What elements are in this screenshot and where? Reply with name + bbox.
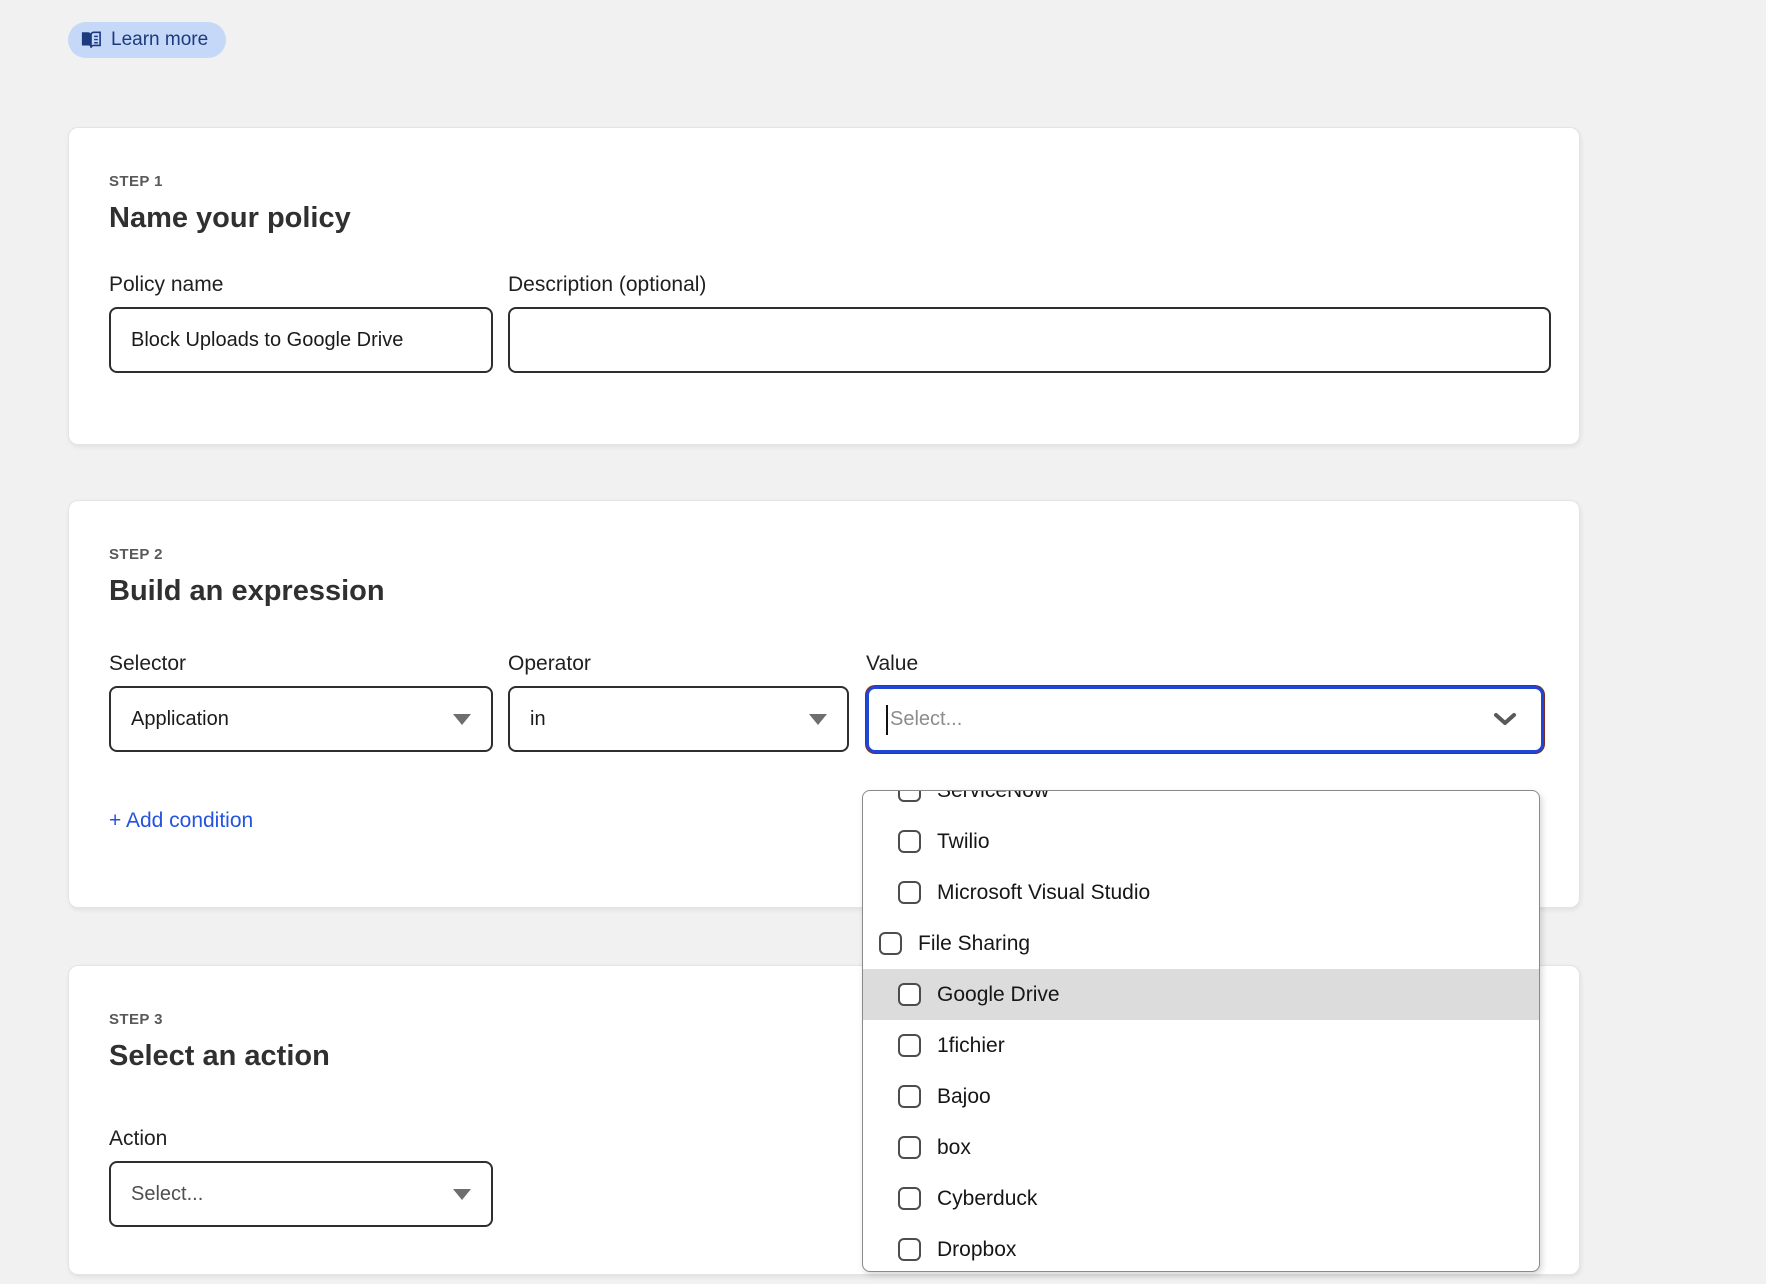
learn-more-button[interactable]: Learn more — [68, 22, 226, 58]
operator-dropdown[interactable]: in — [508, 686, 849, 752]
policy-name-input[interactable]: Block Uploads to Google Drive — [109, 307, 493, 373]
checkbox-icon[interactable] — [898, 1085, 921, 1108]
chevron-down-icon — [1493, 712, 1517, 727]
step1-card: STEP 1 Name your policy Policy name Desc… — [68, 127, 1580, 445]
description-label: Description (optional) — [508, 273, 1551, 297]
description-input[interactable] — [508, 307, 1551, 373]
checkbox-icon[interactable] — [898, 1034, 921, 1057]
action-placeholder: Select... — [131, 1183, 203, 1206]
option-servicenow[interactable]: ServiceNow — [863, 790, 1539, 816]
step1-eyebrow: STEP 1 — [109, 173, 1551, 190]
book-icon — [80, 30, 102, 50]
option-dropbox[interactable]: Dropbox — [863, 1224, 1539, 1272]
add-condition-link[interactable]: + Add condition — [109, 809, 253, 833]
checkbox-icon[interactable] — [898, 983, 921, 1006]
option-box[interactable]: box — [863, 1122, 1539, 1173]
policy-name-value: Block Uploads to Google Drive — [131, 329, 403, 352]
option-microsoft-visual-studio[interactable]: Microsoft Visual Studio — [863, 867, 1539, 918]
option-1fichier[interactable]: 1fichier — [863, 1020, 1539, 1071]
step1-title: Name your policy — [109, 202, 1551, 235]
operator-label: Operator — [508, 652, 849, 676]
value-options-list: ServiceNow Twilio Microsoft Visual Studi… — [863, 790, 1539, 1272]
selector-dropdown[interactable]: Application — [109, 686, 493, 752]
value-combobox[interactable]: Select... — [866, 686, 1544, 753]
checkbox-icon[interactable] — [898, 830, 921, 853]
triangle-down-icon — [453, 1189, 471, 1200]
option-file-sharing[interactable]: File Sharing — [863, 918, 1539, 969]
selector-selected-value: Application — [131, 708, 229, 731]
learn-more-label: Learn more — [111, 29, 208, 51]
selector-label: Selector — [109, 652, 493, 676]
checkbox-icon[interactable] — [898, 790, 921, 802]
triangle-down-icon — [809, 714, 827, 725]
option-bajoo[interactable]: Bajoo — [863, 1071, 1539, 1122]
policy-builder-page: Learn more STEP 1 Name your policy Polic… — [0, 0, 1766, 1284]
policy-name-label: Policy name — [109, 273, 493, 297]
checkbox-icon[interactable] — [898, 1136, 921, 1159]
checkbox-icon[interactable] — [879, 932, 902, 955]
option-twilio[interactable]: Twilio — [863, 816, 1539, 867]
checkbox-icon[interactable] — [898, 1187, 921, 1210]
action-dropdown[interactable]: Select... — [109, 1161, 493, 1227]
step2-title: Build an expression — [109, 575, 1551, 608]
value-placeholder: Select... — [890, 708, 962, 731]
option-cyberduck[interactable]: Cyberduck — [863, 1173, 1539, 1224]
value-label: Value — [866, 652, 1544, 676]
option-google-drive[interactable]: Google Drive — [863, 969, 1539, 1020]
triangle-down-icon — [453, 714, 471, 725]
step2-eyebrow: STEP 2 — [109, 546, 1551, 563]
checkbox-icon[interactable] — [898, 881, 921, 904]
value-options-panel: ServiceNow Twilio Microsoft Visual Studi… — [862, 790, 1540, 1272]
text-cursor — [886, 705, 888, 735]
checkbox-icon[interactable] — [898, 1238, 921, 1261]
operator-selected-value: in — [530, 708, 546, 731]
